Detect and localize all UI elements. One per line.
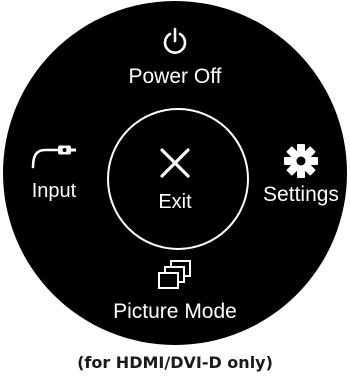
gear-icon	[284, 144, 318, 178]
input-label: Input	[31, 180, 77, 202]
power-icon	[163, 27, 187, 54]
picture-mode-button[interactable]: Picture Mode	[100, 260, 250, 324]
settings-button[interactable]: Settings	[255, 143, 347, 207]
power-off-label: Power Off	[128, 65, 222, 88]
input-button[interactable]: Input	[18, 145, 90, 203]
close-icon	[160, 148, 190, 178]
exit-label: Exit	[158, 191, 192, 213]
exit-button[interactable]: Exit	[130, 146, 220, 214]
picture-mode-label: Picture Mode	[113, 300, 237, 323]
input-cable-icon	[31, 145, 76, 169]
power-off-button[interactable]: Power Off	[115, 27, 235, 89]
picture-mode-icon	[158, 260, 191, 289]
settings-label: Settings	[263, 183, 339, 206]
footnote: (for HDMI/DVI-D only)	[77, 353, 273, 372]
